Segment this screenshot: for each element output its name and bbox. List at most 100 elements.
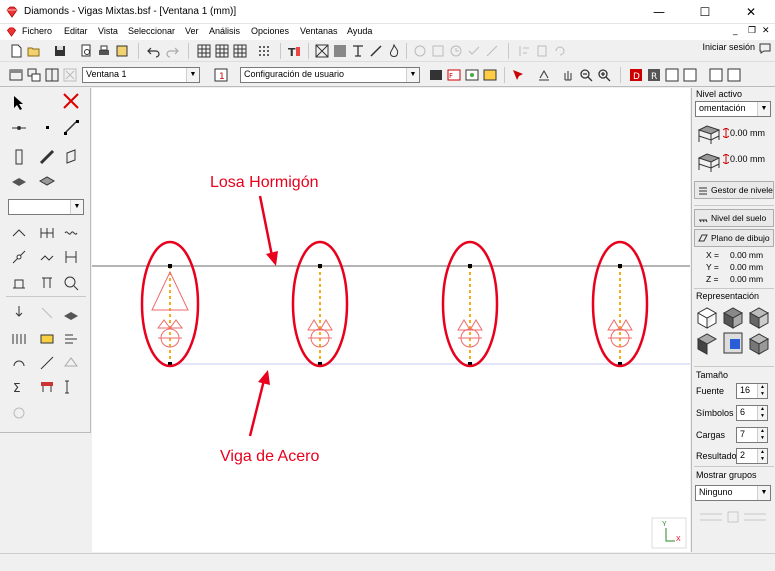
delete-x-icon[interactable] [60, 90, 82, 112]
nivel-suelo-button[interactable]: Nivel del suelo [694, 209, 774, 227]
report-icon[interactable] [114, 43, 130, 59]
minimize-button[interactable]: — [636, 0, 682, 24]
zoom-in-icon[interactable] [596, 67, 612, 83]
hand-pan-icon[interactable] [560, 67, 576, 83]
config-icon-3[interactable] [464, 67, 480, 83]
menu-ver[interactable]: Ver [185, 26, 199, 36]
config-icon-4[interactable] [482, 67, 498, 83]
point-icon[interactable] [36, 116, 58, 138]
ruler-icon[interactable] [368, 43, 384, 59]
fuente-stepper[interactable]: 16 ▲ ▼ [736, 383, 768, 399]
chevron-down-icon[interactable]: ▼ [70, 200, 83, 214]
window-list-icon[interactable] [8, 67, 24, 83]
load-moment-icon[interactable] [8, 352, 30, 374]
view-3-icon[interactable] [664, 67, 680, 83]
one-icon[interactable]: 1 [213, 67, 229, 83]
print-icon[interactable] [96, 43, 112, 59]
search-node-icon[interactable] [60, 272, 82, 294]
menu-ayuda[interactable]: Ayuda [347, 26, 372, 36]
save-icon[interactable] [52, 43, 68, 59]
drawing-canvas[interactable]: Losa Hormigón Viga de Acero Y X [92, 88, 690, 552]
frame-icon[interactable] [314, 43, 330, 59]
load-bar-icon[interactable] [8, 328, 30, 350]
close-button[interactable]: ✕ [728, 0, 774, 24]
mesh-icon[interactable] [332, 43, 348, 59]
influence-icon[interactable] [60, 376, 82, 398]
select-red-icon[interactable] [510, 67, 526, 83]
repr-hidden-icon[interactable] [696, 333, 718, 355]
connector-group-2[interactable] [291, 240, 349, 368]
mdi-restore-button[interactable]: ❐ [748, 26, 756, 36]
text-icon[interactable]: T [286, 43, 302, 59]
repr-shaded-icon[interactable] [748, 333, 770, 355]
toolbox-select[interactable]: ▼ [8, 199, 84, 215]
spin-arrows-icon[interactable]: ▲ ▼ [757, 449, 767, 463]
grid-icon[interactable] [196, 43, 212, 59]
load-line-icon[interactable] [36, 352, 58, 374]
grupos-select[interactable]: Ninguno ▼ [695, 485, 771, 501]
connector-group-4[interactable] [591, 240, 649, 368]
repr-render-icon[interactable] [748, 307, 770, 329]
load-wind-icon[interactable] [60, 328, 82, 350]
calc-2-disabled-icon[interactable] [430, 43, 446, 59]
resultados-stepper[interactable]: 2 ▲ ▼ [736, 448, 768, 464]
menu-ventanas[interactable]: Ventanas [300, 26, 338, 36]
spin-arrows-icon[interactable]: ▲ ▼ [757, 406, 767, 420]
chat-icon[interactable] [759, 43, 771, 54]
load-temp-icon[interactable] [36, 328, 58, 350]
representation-icons[interactable] [696, 305, 772, 355]
maximize-button[interactable]: ☐ [682, 0, 728, 24]
sum-loads-icon[interactable]: Σ [8, 376, 30, 398]
close-window-disabled-icon[interactable] [62, 67, 78, 83]
cascade-icon[interactable] [26, 67, 42, 83]
foundation-icon[interactable] [8, 272, 30, 294]
simbolos-stepper[interactable]: 6 ▲ ▼ [736, 405, 768, 421]
dots-grid-icon[interactable] [256, 43, 272, 59]
support-icon[interactable] [8, 222, 30, 244]
diamond-doc-icon[interactable] [6, 27, 17, 37]
config-icon-2[interactable]: F [446, 67, 462, 83]
hinge-icon[interactable] [36, 222, 58, 244]
menu-vista[interactable]: Vista [98, 26, 118, 36]
mdi-close-button[interactable]: ✕ [762, 26, 770, 36]
config-select[interactable]: Configuración de usuario ▼ [240, 67, 420, 83]
chevron-down-icon[interactable]: ▼ [186, 68, 199, 82]
new-file-icon[interactable] [8, 43, 24, 59]
grid-3-icon[interactable] [232, 43, 248, 59]
load-plane-icon[interactable] [60, 352, 82, 374]
view-r-icon[interactable]: R [646, 67, 662, 83]
config-icon-1[interactable] [428, 67, 444, 83]
check-disabled-icon[interactable] [466, 43, 482, 59]
columns-disabled-icon[interactable] [534, 43, 550, 59]
chevron-down-icon[interactable]: ▼ [406, 68, 419, 82]
plane-icon[interactable] [536, 67, 552, 83]
slab-icon[interactable] [8, 170, 30, 192]
wall-icon[interactable] [60, 146, 82, 168]
node-icon[interactable] [8, 116, 30, 138]
repr-solid-icon[interactable] [722, 307, 744, 329]
connector-group-1[interactable] [140, 240, 200, 368]
align-disabled-icon[interactable] [516, 43, 532, 59]
clock-disabled-icon[interactable] [448, 43, 464, 59]
redo-icon[interactable] [164, 43, 180, 59]
line-icon[interactable] [60, 116, 82, 138]
combination-icon[interactable] [36, 376, 58, 398]
view-d-icon[interactable]: D [628, 67, 644, 83]
eccentric-icon[interactable] [60, 246, 82, 268]
grid-2-icon[interactable] [214, 43, 230, 59]
print-preview-icon[interactable] [78, 43, 94, 59]
spin-arrows-icon[interactable]: ▲ ▼ [757, 384, 767, 398]
menu-opciones[interactable]: Opciones [251, 26, 289, 36]
chevron-down-icon[interactable]: ▼ [757, 486, 770, 500]
login-link[interactable]: Iniciar sesión [702, 42, 755, 52]
brace-icon[interactable] [36, 146, 58, 168]
repr-wire-icon[interactable] [696, 307, 718, 329]
spin-arrows-icon[interactable]: ▲ ▼ [757, 428, 767, 442]
structure-drawing[interactable] [92, 88, 690, 552]
view-4-icon[interactable] [682, 67, 698, 83]
level-up-icon[interactable] [696, 122, 722, 146]
connector-group-3[interactable] [441, 240, 499, 368]
view-5-icon[interactable] [708, 67, 724, 83]
select-arrow-icon[interactable] [8, 92, 30, 114]
column-icon[interactable] [8, 146, 30, 168]
